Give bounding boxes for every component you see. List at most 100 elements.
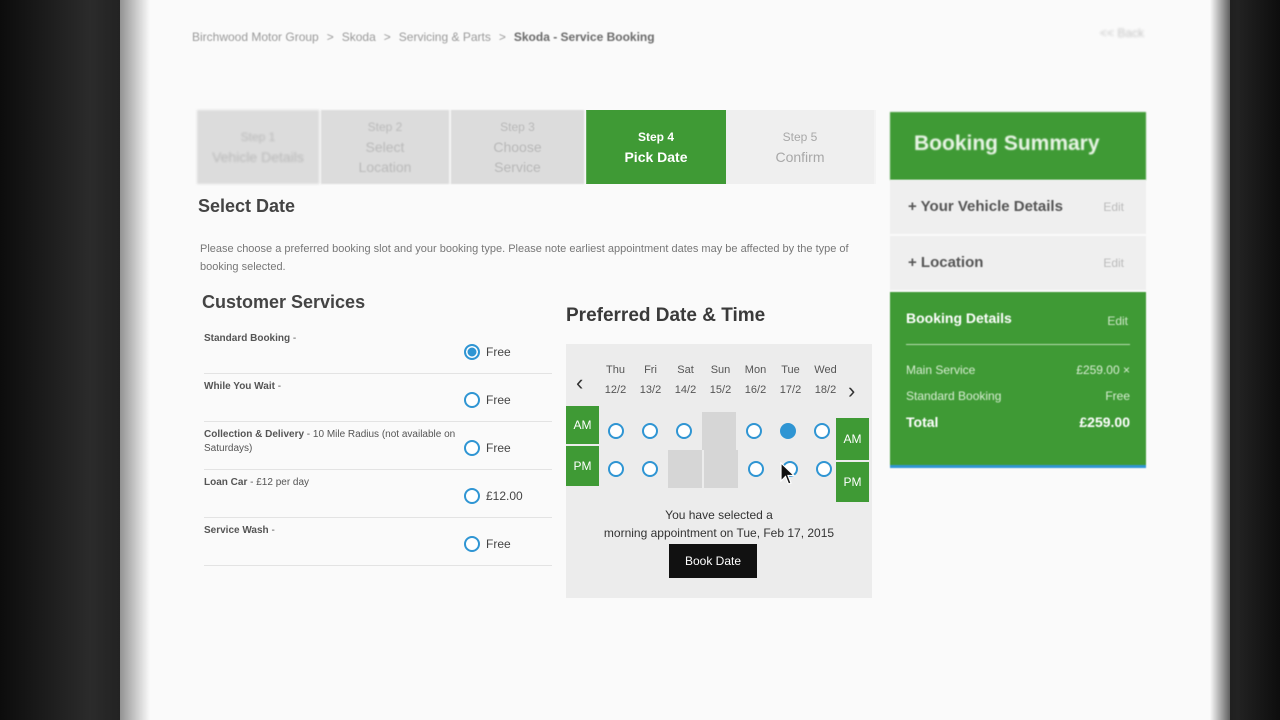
step-number: Step 4 [637, 130, 674, 144]
step-label: Pick Date [624, 149, 688, 165]
breadcrumb: Birchwood Motor Group > Skoda > Servicin… [192, 30, 655, 44]
day-header: Thu 12/2 [598, 360, 633, 400]
am-slot-fri[interactable] [633, 412, 667, 450]
day-date: 16/2 [744, 384, 767, 396]
date-picker-header: ‹ Thu 12/2 Fri 13/2 Sat 14/2 Sun 15/2 Mon 16/… [566, 354, 872, 414]
selection-message-line1: You have selected a [665, 508, 773, 522]
step-vehicle-details[interactable]: Step 1 Vehicle Details [197, 110, 321, 184]
service-option-choice[interactable]: Free [464, 536, 511, 552]
pm-slot-thu[interactable] [599, 450, 633, 488]
day-columns: Thu 12/2 Fri 13/2 Sat 14/2 Sun 15/2 Mon 16/2 … [598, 360, 843, 400]
service-option-choice[interactable]: Free [464, 440, 511, 456]
slot-radio-selected[interactable] [780, 423, 796, 439]
monitor-edge-left [0, 0, 150, 720]
pm-slot-row [599, 450, 841, 488]
slot-radio[interactable] [608, 423, 624, 439]
slot-radio[interactable] [746, 423, 762, 439]
breadcrumb-item[interactable]: Servicing & Parts [399, 30, 491, 44]
service-price: Free [486, 393, 511, 407]
day-date: 12/2 [604, 384, 627, 396]
chevron-left-icon[interactable]: ‹ [576, 370, 583, 396]
am-slot-thu[interactable] [599, 412, 633, 450]
day-date: 18/2 [814, 384, 837, 396]
date-picker: ‹ Thu 12/2 Fri 13/2 Sat 14/2 Sun 15/2 Mon 16/… [566, 344, 872, 598]
step-label: Select Location [358, 139, 412, 175]
service-option-choice[interactable]: Free [464, 344, 511, 360]
slot-radio[interactable] [676, 423, 692, 439]
slot-radio[interactable] [642, 423, 658, 439]
chevron-right-icon[interactable]: › [848, 378, 855, 404]
line-label: Main Service [906, 363, 976, 377]
pm-slot-fri[interactable] [633, 450, 667, 488]
am-slot-wed[interactable] [805, 412, 839, 450]
am-slot-sat[interactable] [667, 412, 701, 450]
slot-radio[interactable] [814, 423, 830, 439]
pm-label: PM [566, 446, 599, 486]
am-slot-mon[interactable] [737, 412, 771, 450]
service-price: £12.00 [486, 489, 523, 503]
slot-radio[interactable] [608, 461, 624, 477]
radio-unselected[interactable] [464, 536, 480, 552]
step-confirm[interactable]: Step 5 Confirm [726, 110, 876, 184]
service-note: - [290, 333, 297, 344]
slot-radio[interactable] [642, 461, 658, 477]
service-option-standard-booking[interactable]: Standard Booking - Free [204, 326, 552, 374]
breadcrumb-separator: > [326, 30, 334, 44]
service-price: Free [486, 537, 511, 551]
line-value: Free [1105, 389, 1130, 403]
booking-summary-title: Booking Summary [890, 112, 1146, 180]
service-option-name: Service Wash - [204, 524, 462, 538]
service-option-while-you-wait[interactable]: While You Wait - Free [204, 374, 552, 422]
service-name: Service Wash [204, 525, 269, 536]
edit-location-link[interactable]: Edit [1103, 256, 1124, 270]
breadcrumb-item[interactable]: Birchwood Motor Group [192, 30, 319, 44]
service-option-service-wash[interactable]: Service Wash - Free [204, 518, 552, 566]
radio-unselected[interactable] [464, 392, 480, 408]
breadcrumb-item[interactable]: Skoda [342, 30, 376, 44]
step-number: Step 2 [367, 120, 403, 134]
summary-vehicle-details[interactable]: + Your Vehicle Details Edit [890, 180, 1146, 236]
day-name: Wed [814, 364, 837, 376]
slot-radio[interactable] [748, 461, 764, 477]
service-option-choice[interactable]: Free [464, 392, 511, 408]
radio-unselected[interactable] [464, 440, 480, 456]
day-name: Sat [677, 364, 694, 376]
monitor-edge-right [1210, 0, 1280, 720]
total-label: Total [906, 414, 939, 430]
summary-location[interactable]: + Location Edit [890, 236, 1146, 292]
progress-steps: Step 1 Vehicle Details Step 2 Select Loc… [197, 110, 877, 184]
service-option-choice[interactable]: £12.00 [464, 488, 523, 504]
day-name: Mon [744, 364, 767, 376]
day-header: Tue 17/2 [773, 360, 808, 400]
book-date-button[interactable]: Book Date [669, 544, 757, 578]
service-option-loan-car[interactable]: Loan Car - £12 per day £12.00 [204, 470, 552, 518]
radio-unselected[interactable] [464, 488, 480, 504]
edit-vehicle-link[interactable]: Edit [1103, 200, 1124, 214]
step-choose-service[interactable]: Step 3 Choose Service [451, 110, 586, 184]
am-slot-sun [702, 412, 736, 450]
total-value: £259.00 [1079, 414, 1130, 430]
service-option-name: Standard Booking - [204, 332, 462, 346]
service-option-collection-delivery[interactable]: Collection & Delivery - 10 Mile Radius (… [204, 422, 552, 470]
day-date: 17/2 [779, 384, 802, 396]
day-header: Sun 15/2 [703, 360, 738, 400]
booking-details-title: Booking Details [906, 310, 1012, 326]
radio-selected[interactable] [464, 344, 480, 360]
pm-label-right: PM [836, 462, 869, 502]
back-link[interactable]: << Back [1100, 26, 1144, 40]
service-price: Free [486, 345, 511, 359]
am-label: AM [566, 406, 599, 444]
breadcrumb-separator: > [383, 30, 391, 44]
slot-radio[interactable] [816, 461, 832, 477]
am-slot-tue[interactable] [771, 412, 805, 450]
breadcrumb-separator: > [498, 30, 506, 44]
service-name: Standard Booking [204, 333, 291, 344]
pm-slot-mon[interactable] [739, 450, 773, 488]
edit-booking-details-link[interactable]: Edit [1107, 314, 1128, 328]
mouse-cursor-icon [780, 462, 796, 485]
day-header: Fri 13/2 [633, 360, 668, 400]
step-select-location[interactable]: Step 2 Select Location [321, 110, 451, 184]
service-option-name: Collection & Delivery - 10 Mile Radius (… [204, 428, 462, 456]
day-header: Wed 18/2 [808, 360, 843, 400]
step-pick-date[interactable]: Step 4 Pick Date [586, 110, 726, 184]
